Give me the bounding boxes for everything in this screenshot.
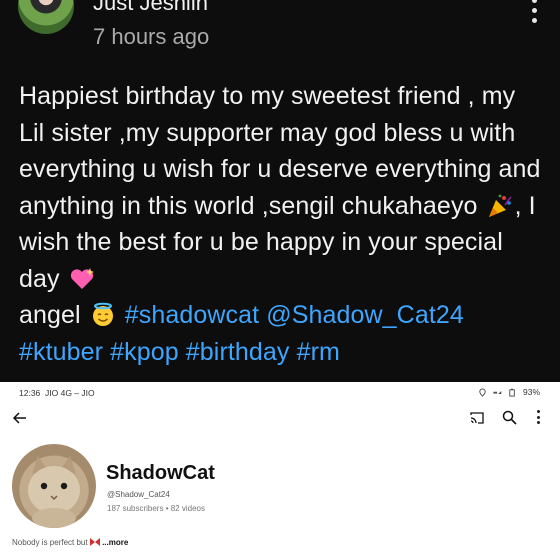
status-bar: 12:36 JIO 4G – JIO 93% — [0, 382, 560, 404]
channel-stats: 187 subscribers • 82 videos — [107, 504, 205, 513]
profile-screenshot: 12:36 JIO 4G – JIO 93% ShadowCat @Shadow… — [0, 382, 560, 560]
community-post: Just Jeshiin 7 hours ago Happiest birthd… — [0, 0, 560, 382]
post-body: Happiest birthday to my sweetest friend … — [19, 78, 547, 370]
description-text: Nobody is perfect but — [12, 538, 88, 547]
channel-top-bar — [0, 404, 560, 438]
channel-more-icon[interactable] — [537, 410, 541, 424]
channel-handle: @Shadow_Cat24 — [107, 490, 170, 499]
author-avatar[interactable] — [18, 0, 74, 34]
more-options-icon[interactable] — [532, 0, 538, 23]
mention-link[interactable]: @Shadow_Cat24 — [266, 301, 464, 329]
bow-icon — [89, 538, 100, 546]
hashtag-shadowcat[interactable]: #shadowcat — [125, 301, 259, 329]
signal-icon — [493, 390, 502, 394]
hashtag-list[interactable]: #ktuber #kpop #birthday #rm — [19, 338, 340, 366]
post-text-part1: Happiest birthday to my sweetest friend … — [19, 82, 541, 220]
sparkling-heart-icon — [70, 267, 94, 289]
location-icon — [479, 387, 486, 397]
carrier-label: JIO 4G – JIO — [45, 388, 95, 398]
cast-icon[interactable] — [470, 411, 484, 425]
party-popper-icon — [488, 194, 512, 217]
angel-face-icon — [92, 302, 113, 326]
channel-name: ShadowCat — [106, 462, 215, 484]
channel-description[interactable]: Nobody is perfect but ...more — [12, 538, 128, 547]
status-time: 12:36 — [19, 388, 41, 398]
author-name[interactable]: Just Jeshiin — [93, 0, 208, 16]
cat-avatar-icon — [28, 456, 80, 528]
post-text-part3: angel — [19, 301, 81, 329]
channel-avatar[interactable] — [12, 444, 96, 528]
back-arrow-icon[interactable] — [12, 410, 28, 426]
battery-icon — [509, 388, 515, 397]
more-link[interactable]: ...more — [102, 538, 128, 547]
post-time: 7 hours ago — [93, 24, 210, 49]
search-icon[interactable] — [502, 410, 517, 425]
battery-percent: 93% — [522, 387, 540, 397]
